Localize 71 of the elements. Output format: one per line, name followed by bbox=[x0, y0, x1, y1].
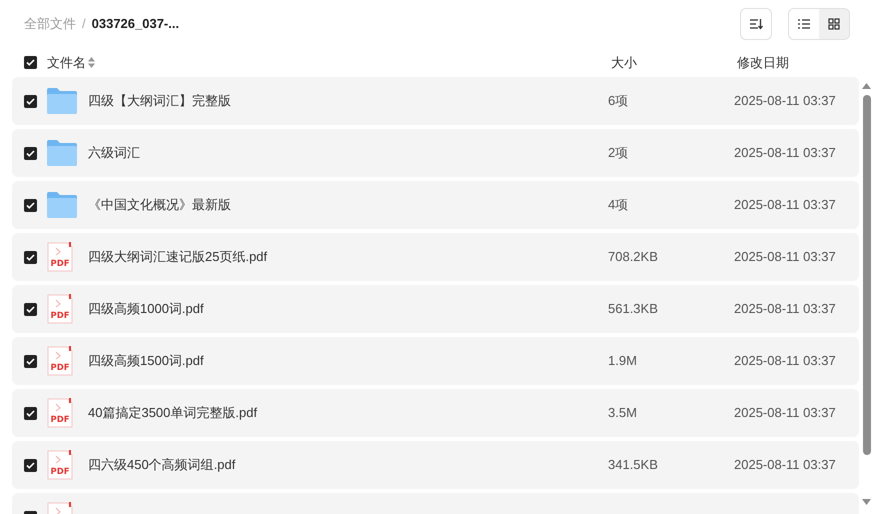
file-size: 2项 bbox=[608, 144, 630, 162]
checkbox[interactable] bbox=[24, 354, 37, 368]
file-row[interactable]: 四级【大纲词汇】完整版 6项 2025-08-11 03:37 bbox=[12, 77, 859, 125]
file-size: 561.3KB bbox=[608, 300, 659, 318]
folder-icon bbox=[47, 140, 77, 166]
file-row[interactable]: 六级词汇 2项 2025-08-11 03:37 bbox=[12, 129, 859, 177]
file-name[interactable]: 四级【大纲词汇】完整版 bbox=[88, 91, 608, 111]
checkbox[interactable] bbox=[24, 146, 37, 160]
file-size: 1.9M bbox=[608, 352, 638, 370]
file-name[interactable]: 40篇搞定3500单词完整版.pdf bbox=[88, 403, 608, 423]
pdf-file-icon: PDF bbox=[47, 294, 73, 324]
folder-icon bbox=[47, 88, 77, 114]
checkbox[interactable] bbox=[24, 198, 37, 212]
file-row[interactable]: PDF 四级大纲词汇速记版25页纸.pdf 708.2KB 2025-08-11 03:37 bbox=[12, 233, 859, 281]
sort-icon[interactable] bbox=[88, 57, 95, 68]
column-header: 修改日期 bbox=[737, 54, 789, 72]
checkbox[interactable] bbox=[24, 56, 37, 69]
sort-button[interactable] bbox=[740, 8, 772, 40]
file-row[interactable]: PDF 四级高频1000词.pdf 561.3KB 2025-08-11 03:37 bbox=[12, 285, 859, 333]
file-size: 4项 bbox=[608, 196, 630, 214]
check-icon bbox=[26, 59, 35, 66]
file-size: 708.2KB bbox=[608, 248, 659, 266]
scroll-up-icon[interactable] bbox=[862, 83, 871, 89]
file-row[interactable]: 《中国文化概况》最新版 4项 2025-08-11 03:37 bbox=[12, 181, 859, 229]
modified-date: 2025-08-11 03:37 bbox=[734, 144, 836, 162]
list-icon bbox=[798, 19, 810, 29]
check-icon bbox=[26, 306, 35, 312]
breadcrumb-link[interactable]: 033726_037-... bbox=[92, 14, 180, 34]
file-name[interactable]: 四级大纲词汇速记版25页纸.pdf bbox=[88, 247, 608, 267]
check-icon bbox=[26, 358, 35, 364]
check-icon bbox=[26, 98, 35, 104]
pdf-file-icon: PDF bbox=[47, 346, 73, 376]
check-icon bbox=[26, 462, 35, 468]
checkbox[interactable] bbox=[24, 406, 37, 420]
checkbox[interactable] bbox=[24, 250, 37, 264]
pdf-file-icon: PDF bbox=[47, 398, 73, 428]
file-name[interactable]: 四六级450个高频词组.pdf bbox=[88, 455, 608, 475]
check-icon bbox=[26, 150, 35, 156]
modified-date: 2025-08-11 03:37 bbox=[734, 404, 836, 422]
modified-date: 2025-08-11 03:37 bbox=[734, 456, 836, 474]
file-size: 6项 bbox=[608, 92, 630, 110]
modified-date: 2025-08-11 03:37 bbox=[734, 92, 836, 110]
checkbox[interactable] bbox=[24, 302, 37, 316]
breadcrumb-separator: / bbox=[82, 15, 86, 34]
pdf-file-icon: PDF bbox=[47, 242, 73, 272]
sort-icon bbox=[749, 18, 763, 30]
file-name[interactable]: 六级词汇 bbox=[88, 143, 608, 163]
file-name[interactable]: 《中国文化概况》最新版 bbox=[88, 195, 608, 215]
modified-date: 2025-08-11 03:37 bbox=[734, 196, 836, 214]
check-icon bbox=[26, 254, 35, 260]
modified-date: 2025-08-11 03:37 bbox=[734, 300, 836, 318]
grid-view-button[interactable] bbox=[819, 9, 849, 39]
pdf-file-icon: PDF bbox=[47, 450, 73, 480]
column-header: 大小 bbox=[611, 54, 638, 72]
file-name[interactable]: 四级高频1000词.pdf bbox=[88, 299, 608, 319]
grid-icon bbox=[828, 18, 840, 30]
modified-date: 2025-08-11 03:37 bbox=[734, 352, 836, 370]
check-icon bbox=[26, 410, 35, 416]
column-header[interactable]: 文件名 bbox=[47, 52, 86, 72]
file-size: 341.5KB bbox=[608, 456, 659, 474]
file-name[interactable]: 四级高频1500词.pdf bbox=[88, 351, 608, 371]
file-row[interactable]: PDF 四级高频1500词.pdf 1.9M 2025-08-11 03:37 bbox=[12, 337, 859, 385]
file-row[interactable]: PDF 40篇搞定3500单词完整版.pdf 3.5M 2025-08-11 03:37 bbox=[12, 389, 859, 437]
checkbox[interactable] bbox=[24, 94, 37, 108]
scroll-down-icon[interactable] bbox=[862, 499, 871, 505]
modified-date: 2025-08-11 03:37 bbox=[734, 248, 836, 266]
check-icon bbox=[26, 202, 35, 208]
folder-icon bbox=[47, 192, 77, 218]
checkbox[interactable] bbox=[24, 458, 37, 472]
file-row[interactable]: PDF 四六级450个高频词组.pdf 341.5KB 2025-08-11 03:37 bbox=[12, 441, 859, 489]
file-size: 3.5M bbox=[608, 404, 638, 422]
